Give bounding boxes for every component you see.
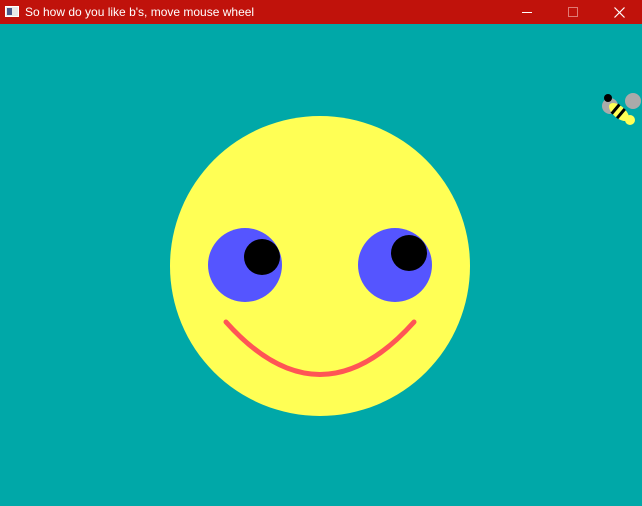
minimize-icon bbox=[522, 12, 532, 13]
smiley-face bbox=[170, 116, 470, 416]
bee-wing bbox=[625, 93, 641, 109]
scene-canvas bbox=[170, 93, 641, 416]
right-pupil bbox=[391, 235, 427, 271]
bee-tail bbox=[625, 115, 635, 125]
close-icon bbox=[613, 6, 625, 18]
minimize-button[interactable] bbox=[504, 0, 550, 24]
bee-head bbox=[604, 94, 612, 102]
maximize-button[interactable] bbox=[550, 0, 596, 24]
window-title: So how do you like b's, move mouse wheel bbox=[25, 5, 255, 19]
maximize-icon bbox=[568, 7, 578, 17]
bee-sprite bbox=[602, 93, 641, 125]
close-button[interactable] bbox=[596, 0, 642, 24]
canvas-area[interactable] bbox=[0, 24, 642, 506]
title-bar[interactable]: So how do you like b's, move mouse wheel bbox=[0, 0, 642, 24]
app-icon[interactable] bbox=[5, 6, 19, 17]
app-window: So how do you like b's, move mouse wheel bbox=[0, 0, 642, 506]
left-pupil bbox=[244, 239, 280, 275]
